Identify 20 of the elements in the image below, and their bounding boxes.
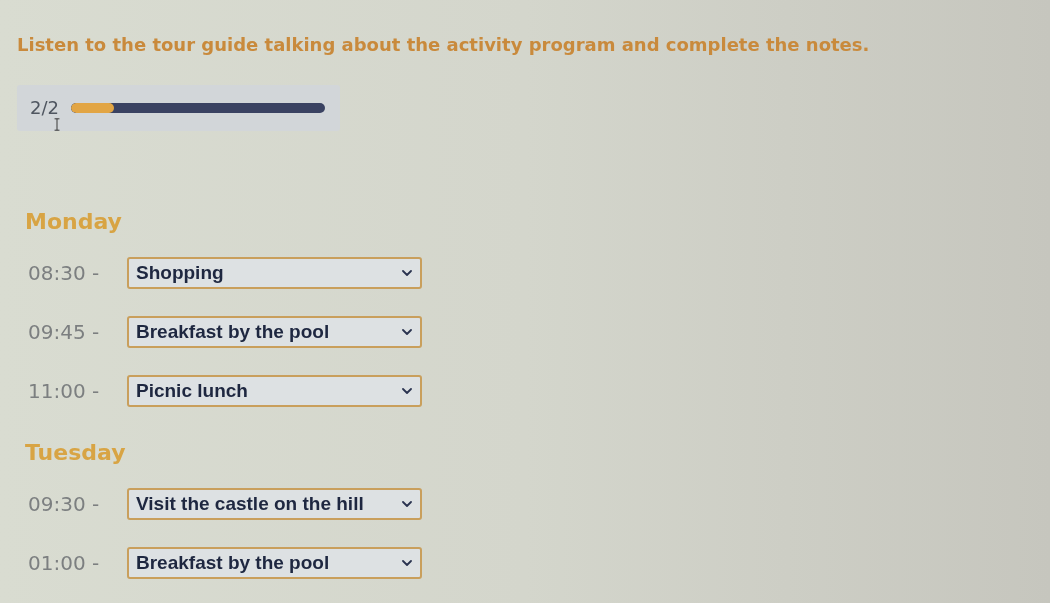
text-cursor-icon	[53, 118, 61, 131]
instruction-text: Listen to the tour guide talking about the activity program and complete the notes.	[17, 33, 871, 57]
chevron-down-icon	[402, 560, 412, 566]
chevron-down-icon	[402, 329, 412, 335]
day-heading: Tuesday	[25, 440, 126, 466]
time-label: 01:00 -	[28, 550, 101, 577]
answer-dropdown[interactable]: Picnic lunch	[127, 375, 422, 407]
chevron-down-icon	[402, 501, 412, 507]
answer-dropdown[interactable]: Shopping	[127, 257, 422, 289]
time-label: 09:30 -	[28, 491, 101, 518]
progress-counter: 2/2	[30, 97, 59, 119]
chevron-down-icon	[402, 388, 412, 394]
answer-dropdown[interactable]: Visit the castle on the hill	[127, 488, 422, 520]
answer-dropdown[interactable]: Breakfast by the pool	[127, 316, 422, 348]
day-heading: Monday	[25, 209, 122, 235]
time-label: 09:45 -	[28, 319, 101, 346]
time-label: 08:30 -	[28, 260, 101, 287]
chevron-down-icon	[402, 270, 412, 276]
time-label: 11:00 -	[28, 378, 101, 405]
answer-dropdown[interactable]: Breakfast by the pool	[127, 547, 422, 579]
